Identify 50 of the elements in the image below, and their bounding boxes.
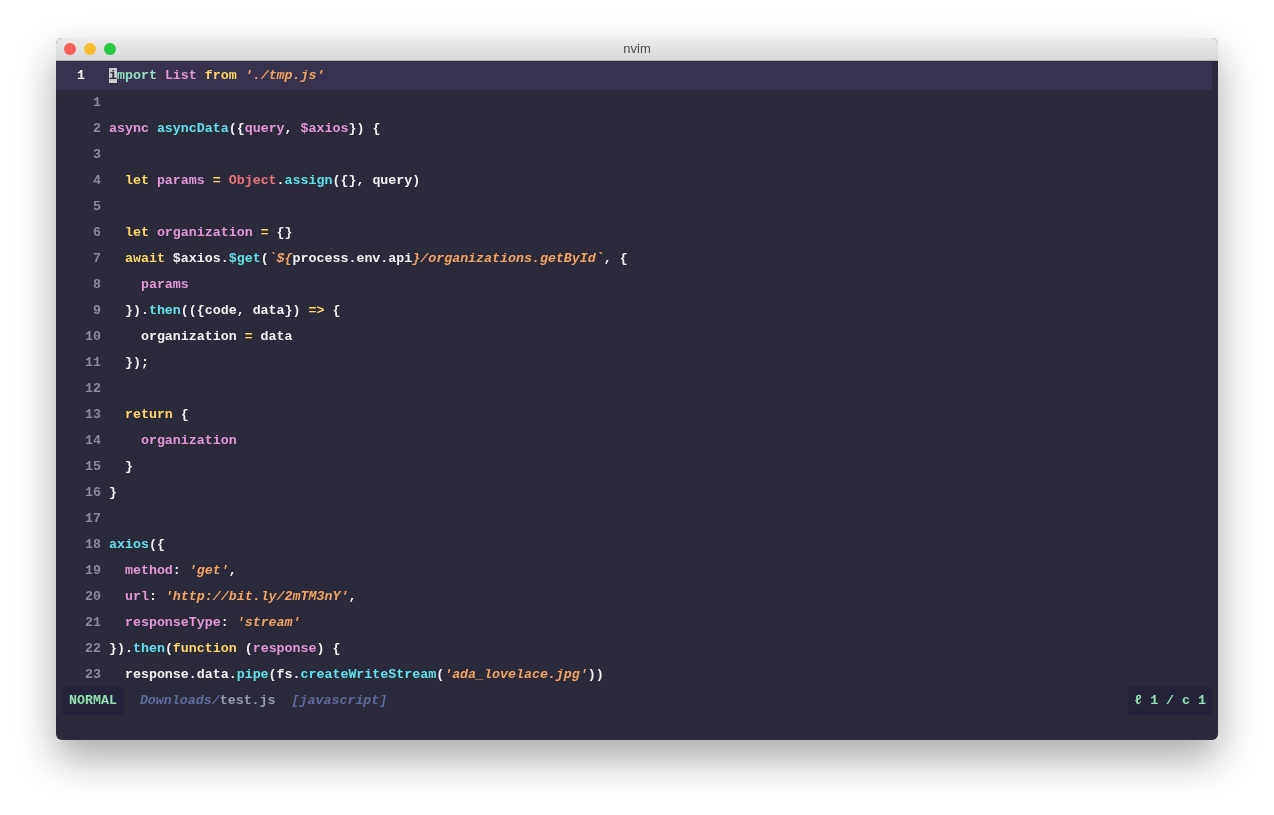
- line-number: 22: [84, 639, 101, 658]
- line-number: 12: [84, 379, 101, 398]
- line-number: 14: [84, 431, 101, 450]
- line-number: 2: [92, 119, 101, 138]
- line-number: 10: [84, 327, 101, 346]
- line-number: 17: [84, 509, 101, 528]
- minimize-button[interactable]: [84, 43, 96, 55]
- line-number: 4: [92, 171, 101, 190]
- code-line: });: [123, 353, 149, 372]
- code-line: url: 'http://bit.ly/2mTM3nY',: [123, 587, 357, 606]
- line-number: 18: [84, 535, 101, 554]
- code-line: let organization = {}: [123, 223, 293, 242]
- code-line: organization: [139, 431, 237, 450]
- line-number: 9: [92, 301, 101, 320]
- code-line: let params = Object.assign({}, query): [123, 171, 421, 190]
- code-line: }: [108, 483, 117, 502]
- line-number: 20: [84, 587, 101, 606]
- mode-indicator: NORMAL: [62, 686, 124, 715]
- line-number: 8: [92, 275, 101, 294]
- close-button[interactable]: [64, 43, 76, 55]
- line-number: 19: [84, 561, 101, 580]
- line-number: 13: [84, 405, 101, 424]
- line-number: 5: [92, 197, 101, 216]
- code-line: }: [123, 457, 133, 476]
- file-path: Downloads/test.js: [139, 691, 276, 710]
- code-line: responseType: 'stream': [123, 613, 301, 632]
- line-number: 15: [84, 457, 101, 476]
- code-line: response.data.pipe(fs.createWriteStream('ada_lovelace.jpg')): [123, 665, 604, 684]
- code-line: await $axios.$get(`${process.env.api}/organizations.getById`, {: [123, 249, 628, 268]
- filetype-label: [javascript]: [291, 691, 388, 710]
- line-number: 21: [84, 613, 101, 632]
- zoom-button[interactable]: [104, 43, 116, 55]
- line-number: 1: [76, 66, 86, 85]
- code-line: method: 'get',: [123, 561, 237, 580]
- line-number: 1: [92, 93, 101, 112]
- line-number: 16: [84, 483, 101, 502]
- code-line: async asyncData({query, $axios}) {: [108, 119, 381, 138]
- line-number: 23: [84, 665, 101, 684]
- line-number: 7: [92, 249, 101, 268]
- line-number: 3: [92, 145, 101, 164]
- code-line: }).then(function (response) {: [108, 639, 341, 658]
- code-line: return {: [123, 405, 189, 424]
- code-line: axios({: [108, 535, 165, 554]
- line-number: 6: [92, 223, 101, 242]
- code-line: }).then(({code, data}) => {: [123, 301, 341, 320]
- line-number: 11: [84, 353, 101, 372]
- code-line: organization = data: [139, 327, 293, 346]
- cursor-position: ℓ 1 / c 1: [1128, 686, 1212, 715]
- window-title: nvim: [623, 40, 651, 58]
- code-line: params: [139, 275, 189, 294]
